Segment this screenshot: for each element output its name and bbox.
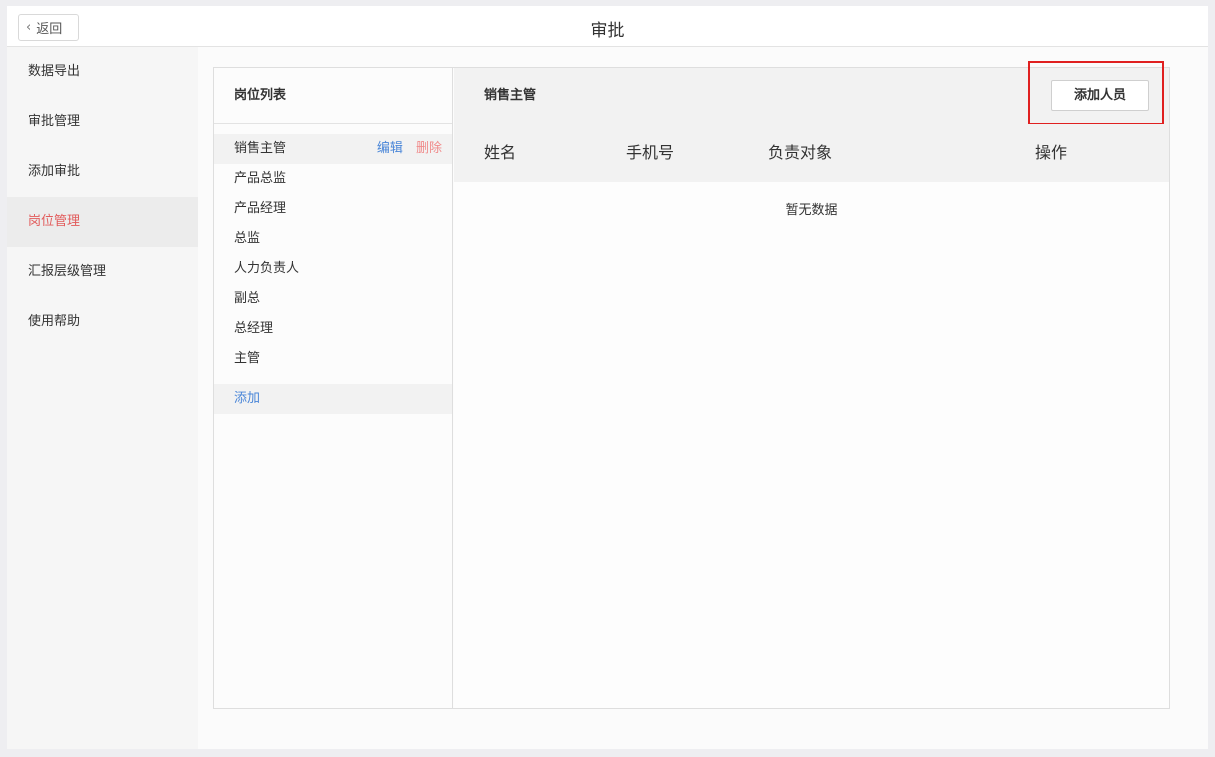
sidebar-item-help[interactable]: 使用帮助 [7,297,198,347]
position-item-product-director[interactable]: 产品总监 [214,164,452,194]
position-item-vice-president[interactable]: 副总 [214,284,452,314]
add-position-link[interactable]: 添加 [214,384,452,414]
position-item-general-manager[interactable]: 总经理 [214,314,452,344]
position-panel: 岗位列表 销售主管 编辑 删除 产品总监 产品经理 总监 人力负责人 副总 总经… [213,61,1170,709]
position-list: 岗位列表 销售主管 编辑 删除 产品总监 产品经理 总监 人力负责人 副总 总经… [214,68,453,708]
top-bar: ‹ 返回 审批 [7,6,1208,47]
sidebar-item-data-export[interactable]: 数据导出 [7,47,198,97]
position-item-supervisor[interactable]: 主管 [214,344,452,374]
edit-link[interactable]: 编辑 [377,141,403,156]
page-title: 审批 [590,21,625,41]
position-label: 销售主管 [234,141,287,156]
column-header-actions: 操作 [1035,143,1068,162]
column-header-name: 姓名 [484,143,517,162]
app-window: ‹ 返回 审批 数据导出 审批管理 添加审批 岗位管理 汇报层级管理 使用帮助 … [7,6,1208,749]
sidebar-item-add-approval[interactable]: 添加审批 [7,147,198,197]
position-item-director[interactable]: 总监 [214,224,452,254]
empty-state-text: 暂无数据 [785,203,838,218]
add-member-button[interactable]: 添加人员 [1051,80,1149,111]
position-actions: 编辑 删除 [377,134,442,164]
delete-link[interactable]: 删除 [416,141,442,156]
position-detail: 销售主管 添加人员 姓名 手机号 负责对象 操作 暂无数据 [454,61,1169,708]
detail-header: 销售主管 添加人员 [454,61,1169,125]
position-item-product-manager[interactable]: 产品经理 [214,194,452,224]
member-table-header: 姓名 手机号 负责对象 操作 [454,124,1169,182]
position-item-hr-lead[interactable]: 人力负责人 [214,254,452,284]
column-header-responsible-for: 负责对象 [768,143,833,162]
sidebar-item-position-management[interactable]: 岗位管理 [7,197,198,247]
main-content: 岗位列表 销售主管 编辑 删除 产品总监 产品经理 总监 人力负责人 副总 总经… [198,47,1208,749]
position-list-header: 岗位列表 [214,68,452,124]
sidebar: 数据导出 审批管理 添加审批 岗位管理 汇报层级管理 使用帮助 [7,47,198,749]
sidebar-item-report-hierarchy[interactable]: 汇报层级管理 [7,247,198,297]
position-list-body: 销售主管 编辑 删除 产品总监 产品经理 总监 人力负责人 副总 总经理 主管 … [214,124,452,414]
position-item-sales-supervisor[interactable]: 销售主管 编辑 删除 [214,134,452,164]
column-header-phone: 手机号 [626,143,675,162]
sidebar-item-approval-management[interactable]: 审批管理 [7,97,198,147]
detail-title: 销售主管 [484,88,537,103]
